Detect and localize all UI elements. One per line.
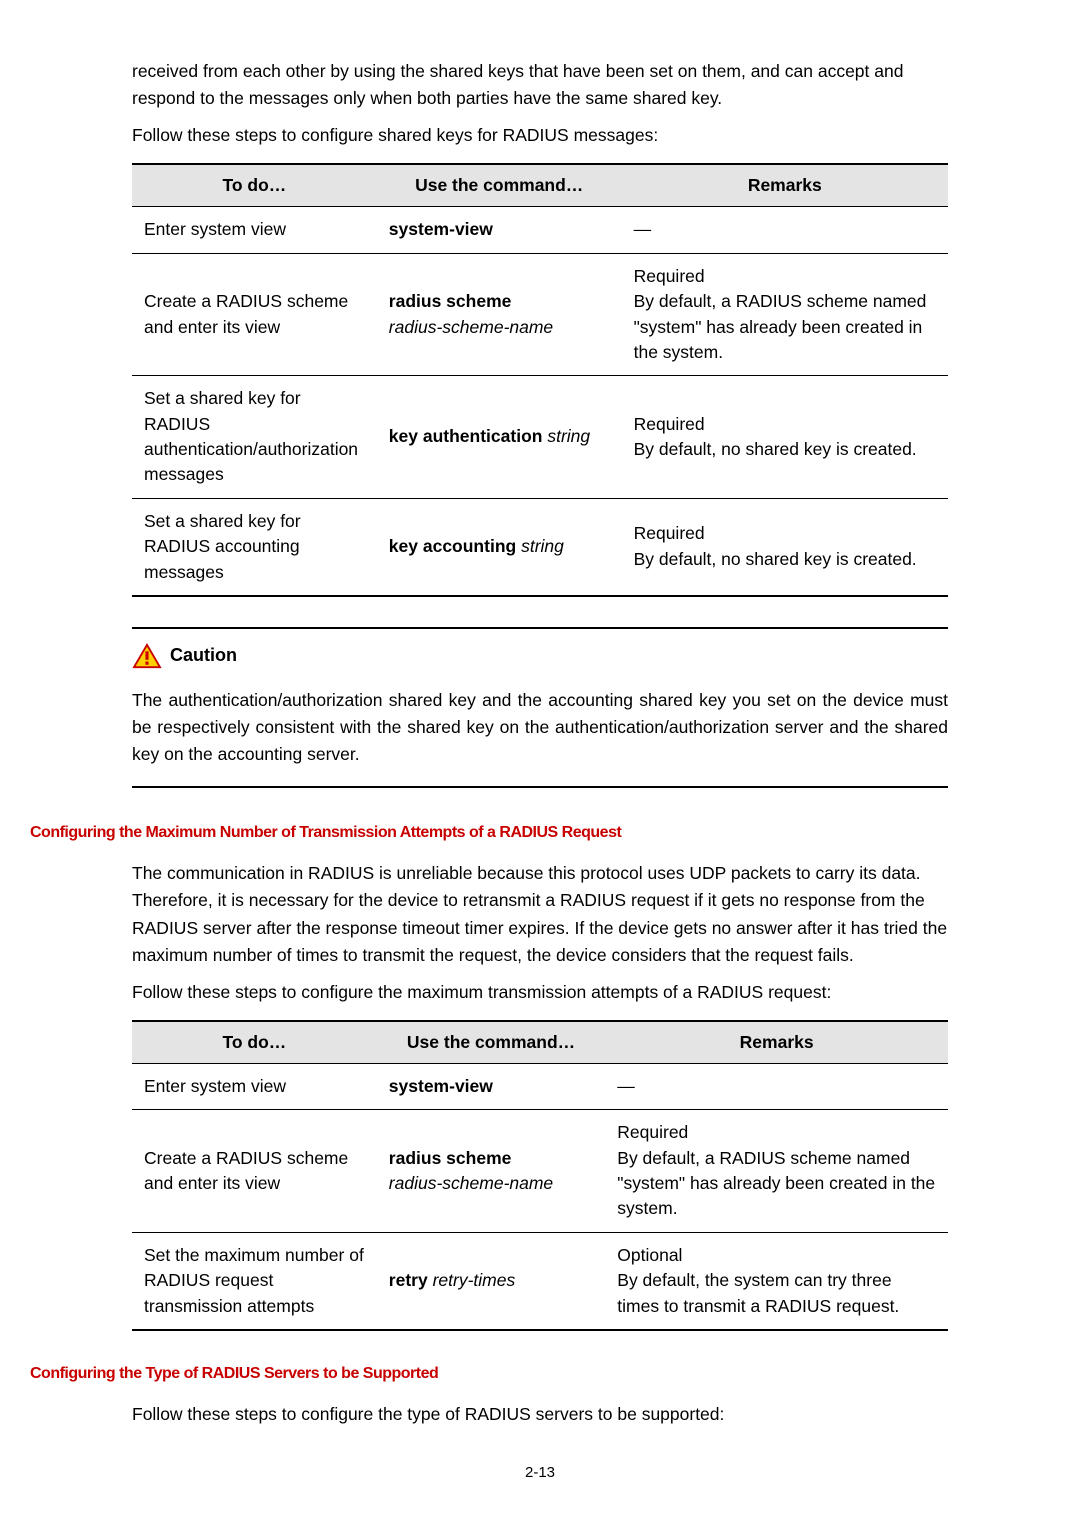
cell-command: key accounting string: [377, 498, 622, 596]
cell-remarks: RequiredBy default, a RADIUS scheme name…: [622, 253, 948, 376]
cell-todo: Create a RADIUS scheme and enter its vie…: [132, 1110, 377, 1233]
cell-remarks: OptionalBy default, the system can try t…: [605, 1232, 948, 1330]
paragraph-section1-2: Follow these steps to configure the maxi…: [132, 979, 948, 1006]
table-row: Enter system view system-view —: [132, 207, 948, 253]
cell-command: retry retry-times: [377, 1232, 605, 1330]
cell-remarks: RequiredBy default, a RADIUS scheme name…: [605, 1110, 948, 1233]
table-row: Set a shared key for RADIUS accounting m…: [132, 498, 948, 596]
th-remarks: Remarks: [622, 164, 948, 207]
table-row: Enter system view system-view —: [132, 1063, 948, 1109]
caution-triangle-icon: [132, 643, 162, 669]
max-attempts-table: To do… Use the command… Remarks Enter sy…: [132, 1020, 948, 1331]
th-command: Use the command…: [377, 1021, 605, 1064]
th-remarks: Remarks: [605, 1021, 948, 1064]
table-row: Set a shared key for RADIUS authenticati…: [132, 376, 948, 499]
caution-text: The authentication/authorization shared …: [132, 687, 948, 768]
caution-label: Caution: [170, 645, 237, 666]
table-row: Create a RADIUS scheme and enter its vie…: [132, 253, 948, 376]
shared-keys-table: To do… Use the command… Remarks Enter sy…: [132, 163, 948, 597]
paragraph-intro-1: received from each other by using the sh…: [132, 58, 948, 112]
cell-command: system-view: [377, 1063, 605, 1109]
cell-remarks: RequiredBy default, no shared key is cre…: [622, 376, 948, 499]
cell-command: radius schemeradius-scheme-name: [377, 253, 622, 376]
cell-remarks: —: [622, 207, 948, 253]
cell-remarks: —: [605, 1063, 948, 1109]
table-header-row: To do… Use the command… Remarks: [132, 164, 948, 207]
paragraph-section1-1: The communication in RADIUS is unreliabl…: [132, 860, 948, 969]
table-row: Set the maximum number of RADIUS request…: [132, 1232, 948, 1330]
table-row: Create a RADIUS scheme and enter its vie…: [132, 1110, 948, 1233]
section-heading-server-type: Configuring the Type of RADIUS Servers t…: [30, 1365, 948, 1383]
table-header-row: To do… Use the command… Remarks: [132, 1021, 948, 1064]
th-todo: To do…: [132, 164, 377, 207]
cell-remarks: RequiredBy default, no shared key is cre…: [622, 498, 948, 596]
cell-command: key authentication string: [377, 376, 622, 499]
th-command: Use the command…: [377, 164, 622, 207]
page-number: 2-13: [132, 1464, 948, 1481]
caution-callout: Caution The authentication/authorization…: [132, 627, 948, 788]
caution-heading: Caution: [132, 643, 948, 669]
cell-todo: Set the maximum number of RADIUS request…: [132, 1232, 377, 1330]
th-todo: To do…: [132, 1021, 377, 1064]
cell-todo: Enter system view: [132, 1063, 377, 1109]
cell-todo: Create a RADIUS scheme and enter its vie…: [132, 253, 377, 376]
paragraph-section2-1: Follow these steps to configure the type…: [132, 1401, 948, 1428]
cell-command: system-view: [377, 207, 622, 253]
cell-todo: Enter system view: [132, 207, 377, 253]
cell-todo: Set a shared key for RADIUS authenticati…: [132, 376, 377, 499]
section-heading-max-attempts: Configuring the Maximum Number of Transm…: [30, 824, 948, 842]
cell-todo: Set a shared key for RADIUS accounting m…: [132, 498, 377, 596]
paragraph-intro-2: Follow these steps to configure shared k…: [132, 122, 948, 149]
cell-command: radius schemeradius-scheme-name: [377, 1110, 605, 1233]
